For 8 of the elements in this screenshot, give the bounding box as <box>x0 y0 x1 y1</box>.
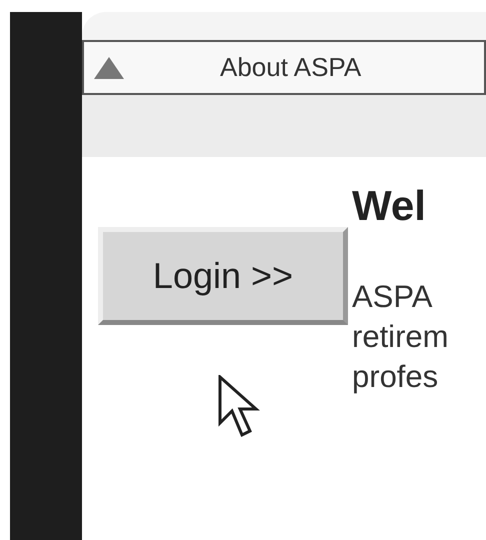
triangle-icon[interactable] <box>92 54 126 80</box>
login-button[interactable]: Login >> <box>98 227 348 325</box>
paragraph-line: ASPA <box>352 278 434 316</box>
paragraph-line: retirem <box>352 318 448 356</box>
page-heading: Wel <box>352 185 427 227</box>
paragraph-line: profes <box>352 358 440 396</box>
mouse-pointer-icon <box>218 375 262 439</box>
tab-title[interactable]: About ASPA <box>220 48 362 87</box>
